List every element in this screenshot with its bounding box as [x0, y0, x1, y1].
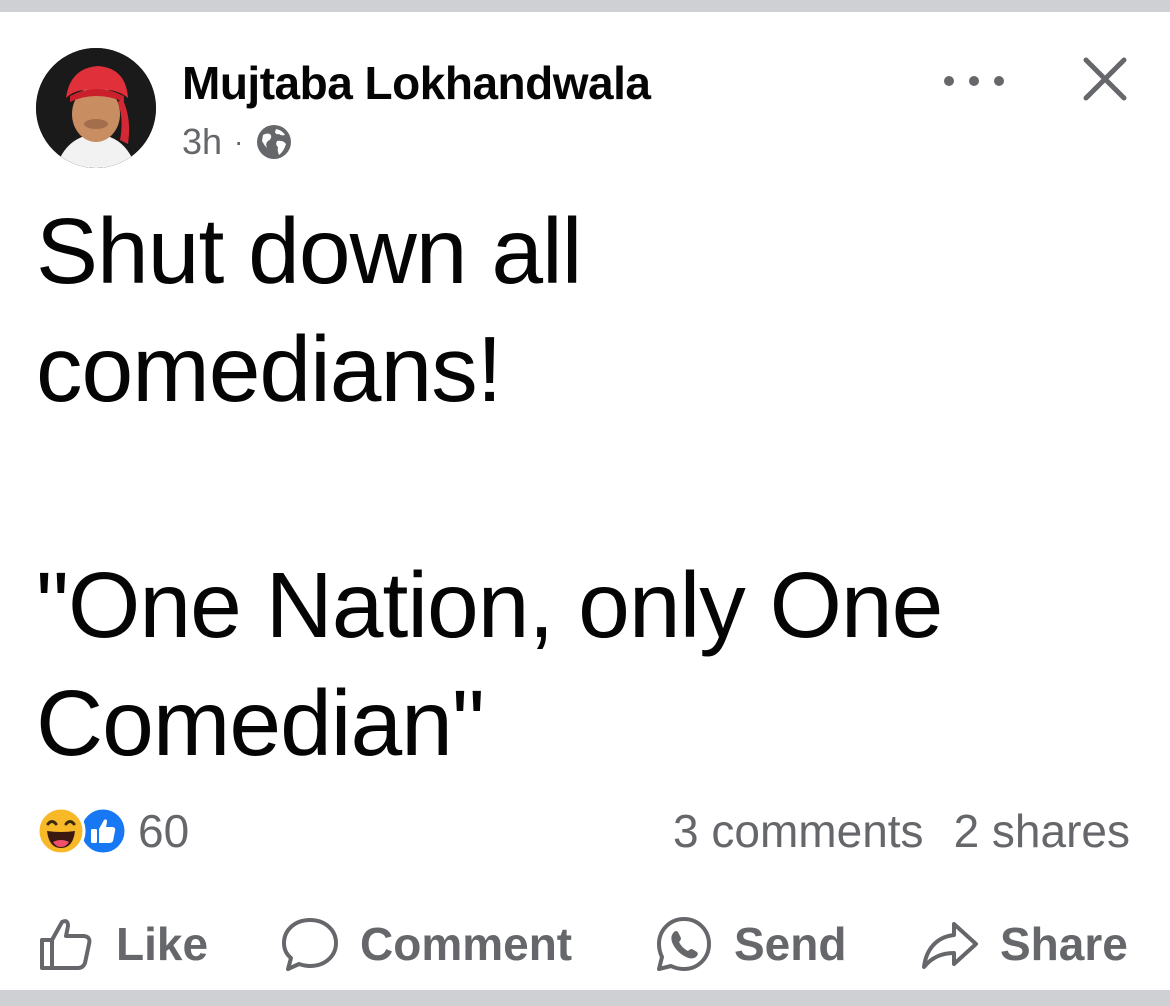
- share-button-label: Share: [1000, 918, 1128, 970]
- post-text-line: comedians!: [36, 317, 503, 421]
- author-name[interactable]: Mujtaba Lokhandwala: [182, 56, 651, 110]
- like-button-label: Like: [116, 918, 209, 970]
- engagement-stats: 3 comments 2 shares: [673, 800, 1130, 862]
- share-arrow-icon: [922, 922, 978, 969]
- thumbs-up-icon: [40, 919, 92, 970]
- comment-bubble-icon: [282, 918, 338, 971]
- avatar[interactable]: [36, 48, 156, 168]
- top-divider: [0, 0, 1170, 12]
- bottom-divider: [0, 990, 1170, 1006]
- reactions-summary[interactable]: 60: [36, 800, 189, 862]
- avatar-image: [36, 48, 156, 168]
- post-body: Shut down all comedians! "One Nation, on…: [36, 192, 1126, 782]
- comment-button-label: Comment: [360, 918, 573, 970]
- post-text-line: Comedian": [36, 671, 485, 775]
- globe-icon[interactable]: [255, 123, 293, 161]
- more-dots-icon[interactable]: [944, 66, 1004, 96]
- post-timestamp[interactable]: 3h: [182, 121, 222, 163]
- post-meta: 3h ·: [182, 121, 293, 163]
- whatsapp-icon: [657, 917, 711, 971]
- meta-separator: ·: [234, 126, 244, 157]
- post-text-line: "One Nation, only One: [36, 553, 943, 657]
- share-button[interactable]: Share: [920, 904, 1128, 984]
- haha-reaction-icon: [36, 806, 86, 856]
- comment-button[interactable]: Comment: [280, 904, 572, 984]
- comments-count-link[interactable]: 3 comments: [673, 804, 924, 858]
- send-button[interactable]: Send: [654, 904, 846, 984]
- send-button-label: Send: [734, 918, 847, 970]
- shares-count-link[interactable]: 2 shares: [954, 804, 1130, 858]
- reaction-count: 60: [138, 805, 190, 857]
- close-icon[interactable]: [1078, 52, 1132, 106]
- post-actions-bar: Like Comment Send Share: [0, 904, 1170, 984]
- post-text-line: Shut down all: [36, 199, 582, 303]
- post-card: Mujtaba Lokhandwala 3h · Shut down all c…: [0, 12, 1170, 990]
- like-button[interactable]: Like: [36, 904, 208, 984]
- post-text-gap: [36, 428, 1126, 546]
